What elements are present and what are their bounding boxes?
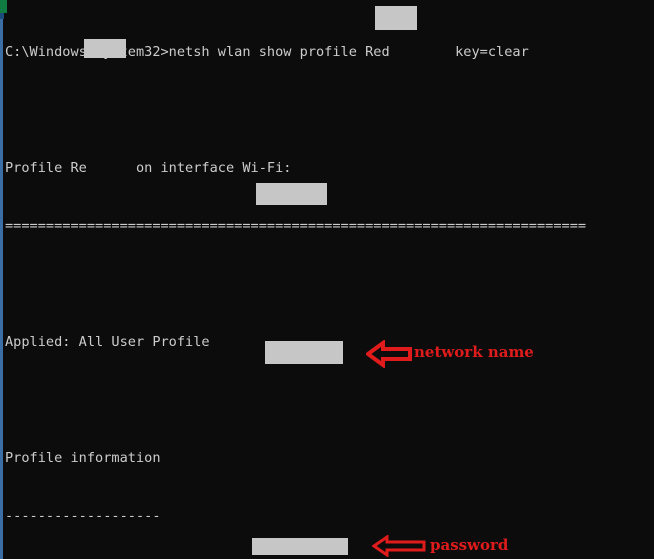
annotation-label-password: password xyxy=(430,536,509,554)
redaction-box-name-field xyxy=(256,183,327,205)
console-line-blank-3 xyxy=(5,391,654,410)
console-line-profile-head: Profile Re on interface Wi-Fi: xyxy=(5,159,292,176)
left-arrow-icon xyxy=(366,340,412,368)
command-prompt-window[interactable]: C:\Windows\system32>netsh wlan show prof… xyxy=(0,0,654,559)
section-rule-profile-information: ------------------- xyxy=(5,507,161,524)
redaction-box-key-content xyxy=(252,538,348,555)
section-heading-profile-information: Profile information xyxy=(5,449,161,466)
console-line-equals-rule: ========================================… xyxy=(5,217,587,234)
redaction-box-ssid-name xyxy=(265,341,343,364)
window-corner-accent-secondary xyxy=(0,13,4,19)
annotation-label-network-name: network name xyxy=(414,343,534,361)
redaction-box-command-profile xyxy=(375,6,417,30)
console-output[interactable]: C:\Windows\system32>netsh wlan show prof… xyxy=(5,4,654,559)
console-line-blank-1 xyxy=(5,101,654,120)
console-line-blank-2 xyxy=(5,275,654,294)
left-arrow-icon xyxy=(372,535,426,557)
redaction-box-profile-name xyxy=(84,39,126,58)
